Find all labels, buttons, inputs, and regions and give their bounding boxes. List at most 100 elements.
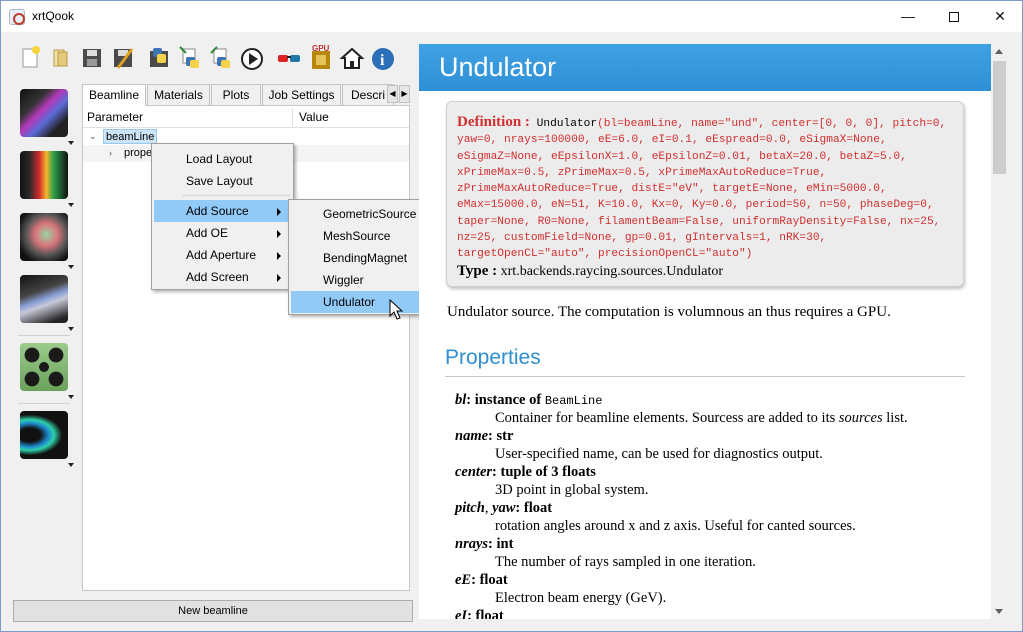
run-icon[interactable] <box>239 43 265 73</box>
sources-button[interactable] <box>18 89 74 145</box>
property-type: : tuple of 3 floats <box>492 464 596 480</box>
maximize-button[interactable] <box>931 1 977 32</box>
properties-heading: Properties <box>445 346 541 369</box>
property-identifier: bl <box>455 392 467 408</box>
doc-description: Undulator source. The computation is vol… <box>447 304 891 320</box>
plot-icon <box>20 411 68 459</box>
home-icon[interactable] <box>339 43 365 73</box>
chevron-down-icon[interactable]: ⌄ <box>89 128 97 145</box>
definition-args: (bl=beamLine, name="und", center=[0, 0, … <box>457 118 953 261</box>
menu-item-mesh-source[interactable]: MeshSource <box>291 225 435 247</box>
tab-beamline[interactable]: Beamline <box>82 84 146 106</box>
chevron-right-icon <box>277 274 281 282</box>
chevron-down-icon[interactable] <box>68 395 74 399</box>
type-label: Type : <box>457 263 498 279</box>
info-icon[interactable]: i <box>370 43 396 73</box>
definition-signature: Definition : Undulator(bl=beamLine, name… <box>457 114 962 263</box>
materials-button[interactable] <box>18 343 74 399</box>
property-description: rotation angles around x and z axis. Use… <box>495 518 856 534</box>
chevron-right-icon <box>277 230 281 238</box>
menu-item-load-layout[interactable]: Load Layout <box>154 148 291 170</box>
gpu-icon[interactable]: GPU <box>308 43 334 73</box>
chevron-right-icon <box>277 208 281 216</box>
title-bar: xrtQook — ✕ <box>1 1 1022 32</box>
add-source-submenu: GeometricSource MeshSource BendingMagnet… <box>288 199 438 315</box>
property-type: : float <box>467 608 504 619</box>
menu-item-wiggler[interactable]: Wiggler <box>291 269 435 291</box>
definition-name: Undulator <box>536 118 598 130</box>
menu-item-add-oe[interactable]: Add OE <box>154 222 291 244</box>
doc-scrollbar[interactable] <box>991 44 1008 619</box>
definition-box: Definition : Undulator(bl=beamLine, name… <box>446 101 964 287</box>
plots-button[interactable] <box>18 411 74 467</box>
chevron-down-icon[interactable] <box>68 141 74 145</box>
menu-item-add-aperture[interactable]: Add Aperture <box>154 244 291 266</box>
menu-item-add-screen[interactable]: Add Screen <box>154 266 291 288</box>
menu-item-undulator[interactable]: Undulator <box>291 291 435 313</box>
type-line: Type : xrt.backends.raycing.sources.Undu… <box>457 263 723 280</box>
save-as-icon[interactable] <box>110 43 136 73</box>
property-identifier: nrays <box>455 536 489 552</box>
scroll-up-icon[interactable] <box>995 49 1003 54</box>
crystal-lattice-icon <box>20 343 68 391</box>
gpu-label: GPU <box>312 44 330 53</box>
chevron-right-icon <box>277 252 281 260</box>
property-type: : instance of <box>466 392 545 408</box>
optical-elements-button[interactable] <box>18 151 74 207</box>
menu-item-save-layout[interactable]: Save Layout <box>154 170 291 192</box>
save-icon[interactable] <box>79 43 105 73</box>
property-identifier: yaw <box>492 500 516 516</box>
separator <box>18 403 70 404</box>
menu-separator <box>182 195 290 196</box>
property-type: : int <box>488 536 514 552</box>
chevron-down-icon[interactable] <box>68 203 74 207</box>
generate-python-icon[interactable] <box>146 43 172 73</box>
screens-button[interactable] <box>18 275 74 331</box>
property-type-class: BeamLine <box>544 394 603 408</box>
aperture-icon <box>20 213 68 261</box>
tree-item-label[interactable]: prope <box>124 145 152 162</box>
close-button[interactable]: ✕ <box>977 1 1023 32</box>
apertures-button[interactable] <box>18 213 74 269</box>
tab-job-settings[interactable]: Job Settings <box>262 84 341 105</box>
menu-item-geometric-source[interactable]: GeometricSource <box>291 203 435 225</box>
chevron-down-icon[interactable] <box>68 265 74 269</box>
chevron-down-icon[interactable] <box>68 463 74 467</box>
menu-item-add-source[interactable]: Add Source <box>154 200 291 222</box>
tab-bar: Beamline Materials Plots Job Settings De… <box>82 84 412 106</box>
new-file-icon[interactable] <box>17 43 43 73</box>
property-name: bl: instance of BeamLine <box>455 392 602 409</box>
menu-item-label: Add Screen <box>186 270 249 284</box>
menu-item-bending-magnet[interactable]: BendingMagnet <box>291 247 435 269</box>
menu-item-label: Add OE <box>186 226 229 240</box>
property-identifier: pitch <box>455 500 485 516</box>
tree-item-label[interactable]: beamLine <box>103 129 158 144</box>
tab-materials[interactable]: Materials <box>147 84 210 105</box>
save-python-as-icon[interactable] <box>208 43 234 73</box>
column-value[interactable]: Value <box>299 110 329 124</box>
tab-scroll-left-icon[interactable]: ◀ <box>387 85 398 103</box>
property-name: eI: float <box>455 608 504 619</box>
open-folder-icon[interactable] <box>48 43 74 73</box>
new-beamline-button[interactable]: New beamline <box>13 600 413 622</box>
optical-element-icon <box>20 151 68 199</box>
save-python-icon[interactable] <box>177 43 203 73</box>
tab-scroll-right-icon[interactable]: ▶ <box>399 85 410 103</box>
glow-3d-icon[interactable] <box>276 43 302 73</box>
window-title: xrtQook <box>32 9 75 23</box>
app-window: xrtQook — ✕ GPU i Beamline Materials Plo… <box>0 0 1023 632</box>
minimize-button[interactable]: — <box>885 1 931 32</box>
tab-plots[interactable]: Plots <box>211 84 261 105</box>
property-name: nrays: int <box>455 536 513 553</box>
app-logo-icon <box>9 9 25 25</box>
chevron-down-icon[interactable] <box>68 327 74 331</box>
column-parameter[interactable]: Parameter <box>87 110 143 124</box>
scrollbar-thumb[interactable] <box>993 61 1006 174</box>
property-name: center: tuple of 3 floats <box>455 464 596 481</box>
property-type: : str <box>488 428 514 444</box>
property-name: pitch, yaw: float <box>455 500 553 516</box>
svg-text:i: i <box>380 52 385 69</box>
tree-header: Parameter Value <box>83 106 409 128</box>
chevron-right-icon[interactable]: › <box>109 145 112 162</box>
scroll-down-icon[interactable] <box>995 609 1003 614</box>
